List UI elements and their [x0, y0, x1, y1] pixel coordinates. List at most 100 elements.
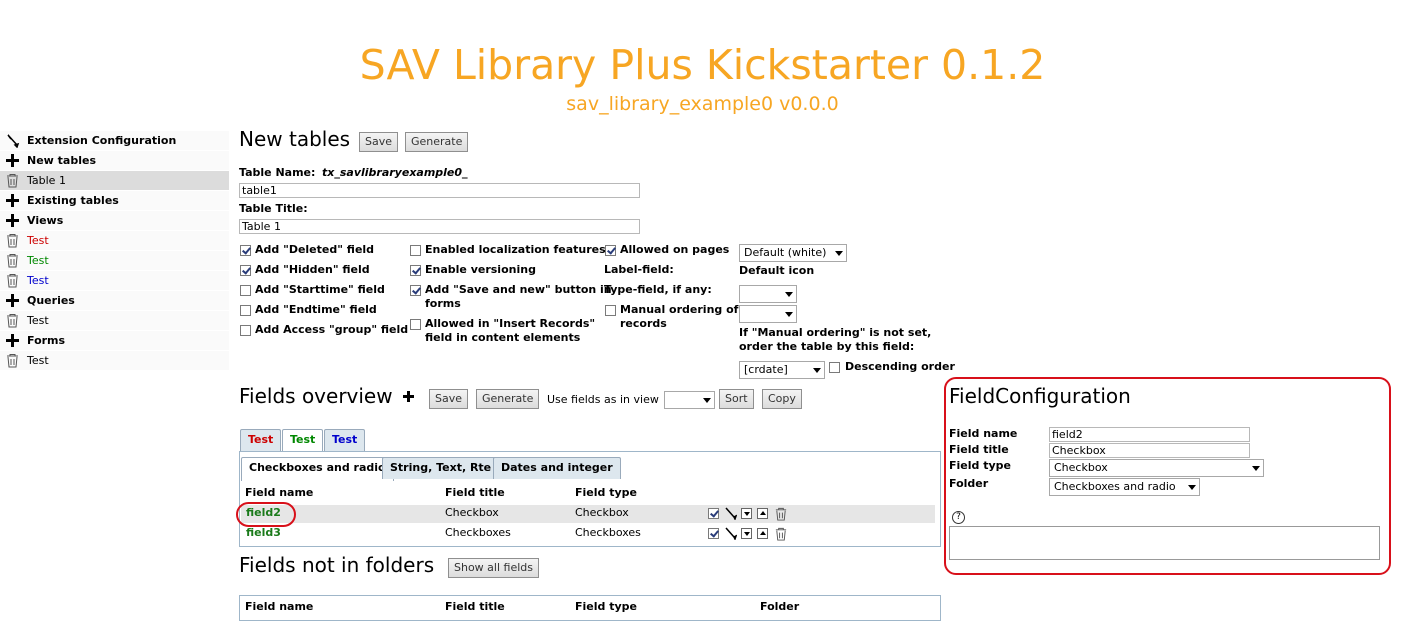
sidebar-item-label: Forms — [27, 334, 66, 347]
sidebar-item-table-1[interactable]: Table 1 — [0, 171, 229, 191]
add-starttime-checkbox[interactable] — [240, 285, 251, 296]
view-tab-test-1[interactable]: Test — [240, 429, 282, 451]
move-down-icon[interactable] — [741, 528, 752, 539]
trash-icon — [7, 174, 18, 188]
move-up-icon[interactable] — [757, 508, 768, 519]
sidebar-item-view-test-2[interactable]: Test — [0, 251, 229, 271]
page-type-select[interactable]: Default (white) — [739, 244, 847, 262]
config-field-type-label: Field type — [949, 459, 1011, 472]
plus-icon — [6, 154, 19, 167]
sidebar-item-existing-tables[interactable]: Existing tables — [0, 191, 229, 211]
sidebar-item-views[interactable]: Views — [0, 211, 229, 231]
sidebar-item-label: Queries — [27, 294, 75, 307]
field-name-link[interactable]: field3 — [246, 526, 281, 540]
folder-tab-checkboxes[interactable]: Checkboxes and radio — [241, 457, 394, 481]
add-deleted-checkbox[interactable] — [240, 245, 251, 256]
add-endtime-checkbox[interactable] — [240, 305, 251, 316]
manual-ordering-checkbox[interactable] — [605, 305, 616, 316]
descending-order-checkbox[interactable] — [829, 362, 840, 373]
add-hidden-label: Add "Hidden" field — [255, 263, 370, 276]
add-hidden-checkbox[interactable] — [240, 265, 251, 276]
trash-icon — [7, 354, 18, 368]
table-title-input[interactable]: Table 1 — [239, 219, 640, 234]
config-field-title-input[interactable]: Checkbox — [1049, 443, 1250, 458]
plus-icon[interactable] — [402, 390, 415, 403]
chevron-down-icon — [1252, 466, 1260, 471]
manual-ordering-label: Manual ordering of — [620, 303, 739, 316]
chevron-down-icon — [1188, 485, 1196, 490]
use-fields-select[interactable] — [664, 391, 715, 409]
edit-icon[interactable] — [724, 507, 737, 520]
plus-icon — [6, 294, 19, 307]
sidebar-item-view-test-1[interactable]: Test — [0, 231, 229, 251]
sidebar-item-queries[interactable]: Queries — [0, 291, 229, 311]
new-tables-heading: New tables — [239, 127, 351, 151]
show-all-fields-button[interactable]: Show all fields — [448, 558, 539, 578]
config-field-type-value: Checkbox — [1054, 461, 1108, 474]
table-title-label: Table Title: — [239, 202, 308, 215]
view-tab-test-3[interactable]: Test — [324, 429, 366, 451]
field-highlight-ring — [236, 502, 296, 527]
sidebar-item-label: Test — [27, 234, 49, 247]
page-type-value: Default (white) — [744, 246, 827, 259]
view-tab-test-2[interactable]: Test — [282, 429, 324, 451]
table-name-prefix: tx_savlibraryexample0_ — [322, 166, 468, 179]
localization-checkbox[interactable] — [410, 245, 421, 256]
field-enabled-checkbox[interactable] — [708, 508, 719, 519]
column-field-type: Field type — [575, 600, 637, 613]
sidebar-item-form-test[interactable]: Test — [0, 351, 229, 371]
copy-button[interactable]: Copy — [762, 389, 802, 409]
plus-icon — [6, 214, 19, 227]
config-textarea[interactable] — [949, 526, 1380, 560]
folder-tab-strings[interactable]: String, Text, Rte — [382, 457, 500, 479]
field-title-cell: Checkboxes — [445, 526, 511, 539]
chevron-down-icon — [785, 292, 793, 297]
save-and-new-label: Add "Save and new" button in — [425, 283, 612, 296]
field-type-cell: Checkboxes — [575, 526, 641, 539]
config-field-type-select[interactable]: Checkbox — [1049, 459, 1264, 477]
plus-icon — [6, 334, 19, 347]
move-down-icon[interactable] — [741, 508, 752, 519]
config-folder-select[interactable]: Checkboxes and radio — [1049, 478, 1200, 496]
fields-save-button[interactable]: Save — [429, 389, 469, 409]
sidebar-item-view-test-3[interactable]: Test — [0, 271, 229, 291]
save-button[interactable]: Save — [359, 132, 399, 152]
table-name-label: Table Name: — [239, 166, 316, 179]
move-up-icon[interactable] — [757, 528, 768, 539]
chevron-down-icon — [703, 398, 711, 403]
sidebar-item-new-tables[interactable]: New tables — [0, 151, 229, 171]
fields-generate-button[interactable]: Generate — [476, 389, 540, 409]
trash-icon[interactable] — [774, 527, 788, 541]
add-access-group-checkbox[interactable] — [240, 325, 251, 336]
config-field-name-input[interactable]: field2 — [1049, 427, 1250, 442]
add-deleted-label: Add "Deleted" field — [255, 243, 375, 256]
sort-button[interactable]: Sort — [719, 389, 754, 409]
versioning-checkbox[interactable] — [410, 265, 421, 276]
order-field-select[interactable]: [crdate] — [739, 361, 825, 379]
type-field-label: Type-field, if any: — [604, 283, 712, 296]
insert-records-checkbox[interactable] — [410, 319, 421, 330]
trash-icon[interactable] — [774, 507, 788, 521]
sidebar-item-extension-configuration[interactable]: Extension Configuration — [0, 131, 229, 151]
sidebar-item-forms[interactable]: Forms — [0, 331, 229, 351]
edit-icon[interactable] — [724, 527, 737, 540]
sidebar-item-label: Test — [27, 354, 49, 367]
help-icon[interactable]: ? — [952, 511, 965, 524]
chevron-down-icon — [813, 368, 821, 373]
type-field-select[interactable] — [739, 305, 797, 323]
table-name-input[interactable]: table1 — [239, 183, 640, 198]
label-field-select[interactable] — [739, 285, 797, 303]
trash-icon — [7, 254, 18, 268]
sidebar-item-query-test[interactable]: Test — [0, 311, 229, 331]
save-and-new-checkbox[interactable] — [410, 285, 421, 296]
sidebar-item-label: Test — [27, 254, 49, 267]
order-field-value: [crdate] — [744, 363, 788, 376]
folder-tab-dates[interactable]: Dates and integer — [493, 457, 621, 479]
config-field-name-label: Field name — [949, 427, 1018, 440]
generate-button[interactable]: Generate — [405, 132, 469, 152]
field-enabled-checkbox[interactable] — [708, 528, 719, 539]
add-starttime-label: Add "Starttime" field — [255, 283, 385, 296]
allowed-on-pages-checkbox[interactable] — [605, 245, 616, 256]
sidebar-item-label: Test — [27, 274, 49, 287]
add-endtime-label: Add "Endtime" field — [255, 303, 377, 316]
